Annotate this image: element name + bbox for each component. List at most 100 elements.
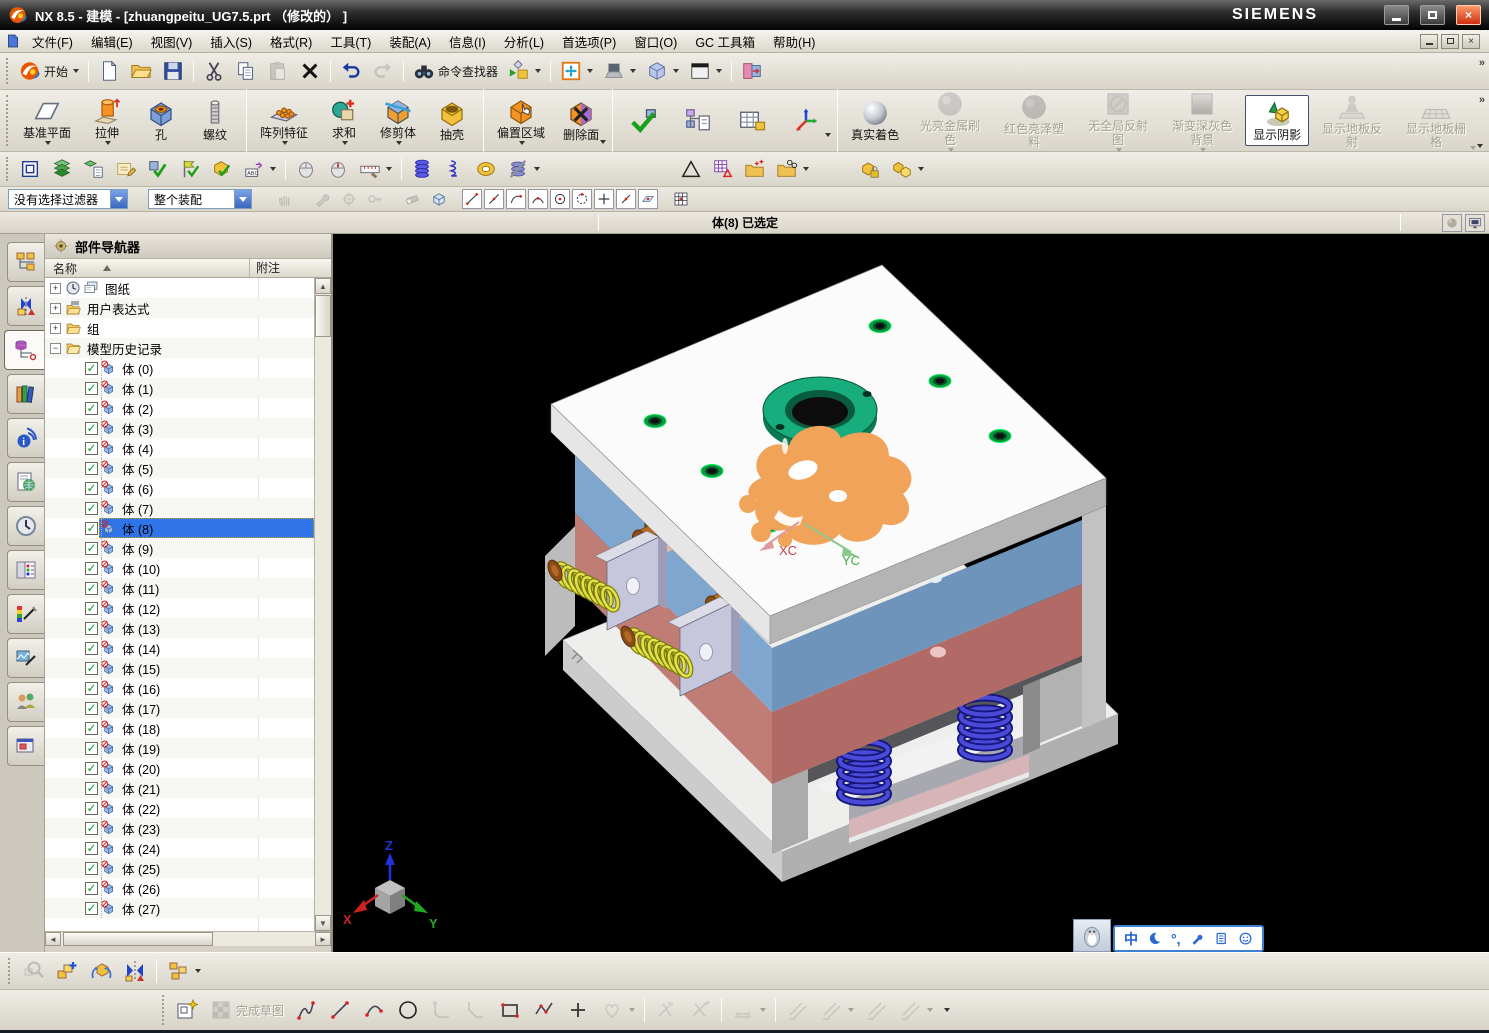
doc-minimize-button[interactable] [1420,33,1438,49]
snap-point-on-curve-button[interactable] [616,189,636,209]
scroll-right-icon[interactable]: ► [315,932,331,946]
toolbar-overflow-icon[interactable]: » [1479,94,1485,106]
dropdown-arrow-icon[interactable] [848,1008,855,1012]
column-header-note[interactable]: 附注 [250,259,331,277]
close-button[interactable]: × [1456,5,1481,25]
tab-part-navigator[interactable] [4,330,44,370]
tree-item-body-13[interactable]: ✓ 体 (13) [45,618,314,638]
dropdown-arrow-icon[interactable] [282,141,289,146]
3d-scene[interactable]: XC YC Z X Y [333,234,1489,952]
layer-category-button[interactable] [79,155,109,183]
dropdown-arrow-icon[interactable] [587,69,594,73]
mouse-pan-button[interactable] [291,155,321,183]
dropdown-arrow-icon[interactable] [386,167,392,171]
body-visibility-checkbox[interactable]: ✓ [85,721,98,735]
body-visibility-checkbox[interactable]: ✓ [85,461,98,475]
measure-button[interactable] [355,155,396,183]
toolbar-grip[interactable] [8,958,12,984]
show-shadow-button[interactable]: 显示阴影 [1245,95,1310,146]
render-style-button[interactable] [1442,213,1462,232]
shiny-metal-button[interactable]: 光亮金属刷色 [909,86,991,155]
cut-button[interactable] [199,57,229,85]
tab-visualization[interactable] [7,638,44,678]
tree-item-body-4[interactable]: ✓ 体 (4) [45,438,314,458]
layer-settings-button[interactable] [47,155,77,183]
dropdown-arrow-icon[interactable] [105,141,112,146]
tree-item-body-14[interactable]: ✓ 体 (14) [45,638,314,658]
tree-item-body-25[interactable]: ✓ 体 (25) [45,858,314,878]
body-visibility-checkbox[interactable]: ✓ [85,781,98,795]
dropdown-arrow-icon[interactable] [396,141,403,146]
tree-item-body-6[interactable]: ✓ 体 (6) [45,478,314,498]
constraint-settings-button[interactable] [894,995,937,1025]
tree-item-body-15[interactable]: ✓ 体 (15) [45,658,314,678]
menu-1[interactable]: 文件(F) [23,30,82,53]
washer-tool-button[interactable] [471,155,501,183]
body-visibility-checkbox[interactable]: ✓ [85,621,98,635]
body-visibility-checkbox[interactable]: ✓ [85,521,98,535]
window-toggle-button[interactable] [1465,213,1485,232]
line-button[interactable] [324,995,356,1025]
scroll-thumb[interactable] [315,295,331,337]
gradient-bg-button[interactable]: 渐变深灰色背景 [1161,86,1243,155]
snap-intersection-button[interactable] [594,189,614,209]
copy-button[interactable] [231,57,261,85]
geometric-constraint-button[interactable] [781,995,813,1025]
menu-10[interactable]: 首选项(P) [553,30,625,53]
sketch-in-task-button[interactable] [171,995,203,1025]
interference-check-button[interactable] [207,155,237,183]
smiley-icon[interactable] [1238,931,1253,946]
tab-hd3d-tools[interactable] [7,418,44,458]
body-visibility-checkbox[interactable]: ✓ [85,741,98,755]
body-visibility-checkbox[interactable]: ✓ [85,421,98,435]
undo-button[interactable] [336,57,366,85]
dropdown-arrow-icon[interactable] [342,141,349,146]
menu-4[interactable]: 插入(S) [201,30,261,53]
start-menu-button[interactable]: 开始 [15,57,83,85]
menu-3[interactable]: 视图(V) [142,30,202,53]
combo-dropdown-icon[interactable] [110,190,127,208]
grid-display-button[interactable] [670,188,692,210]
body-visibility-checkbox[interactable]: ✓ [85,441,98,455]
trim-body-button[interactable]: 修剪体 [372,93,424,148]
body-visibility-checkbox[interactable]: ✓ [85,821,98,835]
dropdown-arrow-icon[interactable] [716,69,723,73]
paste-button[interactable] [263,57,293,85]
finish-sketch-button[interactable]: 完成草图 [205,995,288,1025]
wrench-tool-button[interactable] [312,188,334,210]
body-visibility-checkbox[interactable]: ✓ [85,681,98,695]
fillet-button[interactable] [426,995,458,1025]
check-mate-button[interactable] [175,155,205,183]
new-part-window-button[interactable] [737,57,767,85]
draft-analysis-button[interactable] [676,155,706,183]
component-table-button[interactable] [726,103,778,139]
tree-item-body-20[interactable]: ✓ 体 (20) [45,758,314,778]
minimize-button[interactable] [1384,5,1409,25]
ime-punct-button[interactable]: °, [1171,931,1181,947]
redo-button[interactable] [368,57,398,85]
menu-12[interactable]: GC 工具箱 [686,30,764,53]
dropdown-arrow-icon[interactable] [803,167,809,171]
dropdown-arrow-icon[interactable] [45,141,51,146]
ime-app-button[interactable] [1073,919,1111,952]
tree-item-body-21[interactable]: ✓ 体 (21) [45,778,314,798]
combo-dropdown-icon[interactable] [234,190,251,208]
wrench-icon[interactable] [1190,931,1205,946]
circle-set-folder-button[interactable] [772,155,813,183]
scroll-up-icon[interactable]: ▲ [315,278,331,294]
dropdown-arrow-icon[interactable] [630,69,637,73]
tree-item-body-17[interactable]: ✓ 体 (17) [45,698,314,718]
dropdown-arrow-icon[interactable] [673,69,680,73]
eraser-tool-button[interactable] [402,188,424,210]
red-plastic-button[interactable]: 红色亮泽塑料 [993,89,1075,153]
offset-region-button[interactable]: 偏置区域 [489,93,553,148]
tree-item-body-22[interactable]: ✓ 体 (22) [45,798,314,818]
tab-roles[interactable] [7,682,44,722]
delete-button[interactable] [295,57,325,85]
toolbar-grip[interactable] [6,95,10,146]
tree-group-2[interactable]: + 用户表达式 [45,298,314,318]
dropdown-arrow-icon[interactable] [270,167,276,171]
assembly-label-button[interactable] [239,155,280,183]
fit-view-button[interactable] [556,57,597,85]
tree-item-body-0[interactable]: ✓ 体 (0) [45,358,314,378]
